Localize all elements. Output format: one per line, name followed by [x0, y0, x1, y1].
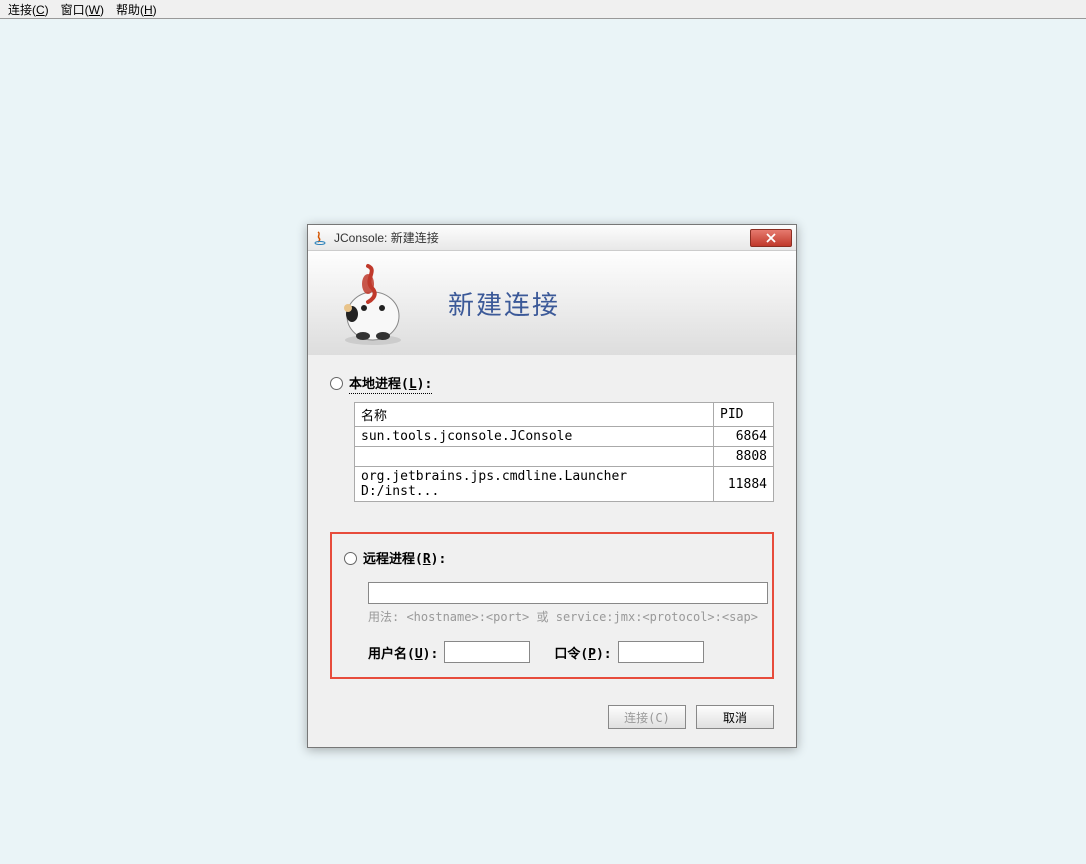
menu-connect[interactable]: 连接(C) [2, 0, 55, 19]
java-mascot-icon [328, 258, 418, 348]
credentials-row: 用户名(U): 口令(P): [368, 641, 760, 663]
close-button[interactable] [750, 229, 792, 247]
col-name: 名称 [355, 403, 714, 427]
cell-name: sun.tools.jconsole.JConsole [355, 427, 714, 447]
menu-help[interactable]: 帮助(H) [110, 0, 163, 19]
cell-pid: 6864 [714, 427, 774, 447]
remote-process-radio-row[interactable]: 远程进程(R): [344, 548, 760, 568]
java-icon [312, 230, 328, 246]
password-label: 口令(P): [554, 643, 611, 662]
table-row[interactable]: org.jetbrains.jps.cmdline.Launcher D:/in… [355, 467, 774, 502]
close-icon [765, 233, 777, 243]
dialog-title: JConsole: 新建连接 [334, 229, 750, 246]
table-row[interactable]: 8808 [355, 447, 774, 467]
local-process-radio-row[interactable]: 本地进程(L): [330, 373, 774, 394]
cell-pid: 8808 [714, 447, 774, 467]
usage-hint: 用法: <hostname>:<port> 或 service:jmx:<pro… [368, 608, 760, 625]
col-pid: PID [714, 403, 774, 427]
local-process-radio[interactable] [330, 377, 343, 390]
menu-window-key: W [89, 3, 100, 17]
dialog-header: 新建连接 [308, 251, 796, 355]
form-area: 本地进程(L): 名称 PID sun.tools.jconsole.JCons… [308, 355, 796, 689]
menu-connect-key: C [36, 3, 45, 17]
cell-pid: 11884 [714, 467, 774, 502]
table-header-row: 名称 PID [355, 403, 774, 427]
remote-process-label: 远程进程(R): [363, 548, 446, 568]
connect-button[interactable]: 连接(C) [608, 705, 686, 729]
username-input[interactable] [444, 641, 530, 663]
remote-process-radio[interactable] [344, 552, 357, 565]
username-label: 用户名(U): [368, 643, 438, 662]
table-row[interactable]: sun.tools.jconsole.JConsole 6864 [355, 427, 774, 447]
cancel-button[interactable]: 取消 [696, 705, 774, 729]
password-input[interactable] [618, 641, 704, 663]
cell-name [355, 447, 714, 467]
dialog-body: 新建连接 本地进程(L): 名称 PID [308, 251, 796, 747]
menu-window[interactable]: 窗口(W) [55, 0, 110, 19]
process-table[interactable]: 名称 PID sun.tools.jconsole.JConsole 6864 … [354, 402, 774, 502]
remote-address-input[interactable] [368, 582, 768, 604]
menu-connect-label: 连接( [8, 3, 36, 17]
dialog-button-row: 连接(C) 取消 [308, 689, 796, 747]
menu-help-key: H [144, 3, 153, 17]
dialog-header-title: 新建连接 [448, 285, 560, 322]
dialog-titlebar[interactable]: JConsole: 新建连接 [308, 225, 796, 251]
content-area: JConsole: 新建连接 [0, 19, 1086, 864]
menu-window-label: 窗口( [61, 3, 89, 17]
menubar: 连接(C) 窗口(W) 帮助(H) [0, 0, 1086, 19]
cell-name: org.jetbrains.jps.cmdline.Launcher D:/in… [355, 467, 714, 502]
new-connection-dialog: JConsole: 新建连接 [307, 224, 797, 748]
local-process-label: 本地进程(L): [349, 373, 432, 394]
remote-process-section: 远程进程(R): 用法: <hostname>:<port> 或 service… [330, 532, 774, 679]
menu-help-label: 帮助( [116, 3, 144, 17]
